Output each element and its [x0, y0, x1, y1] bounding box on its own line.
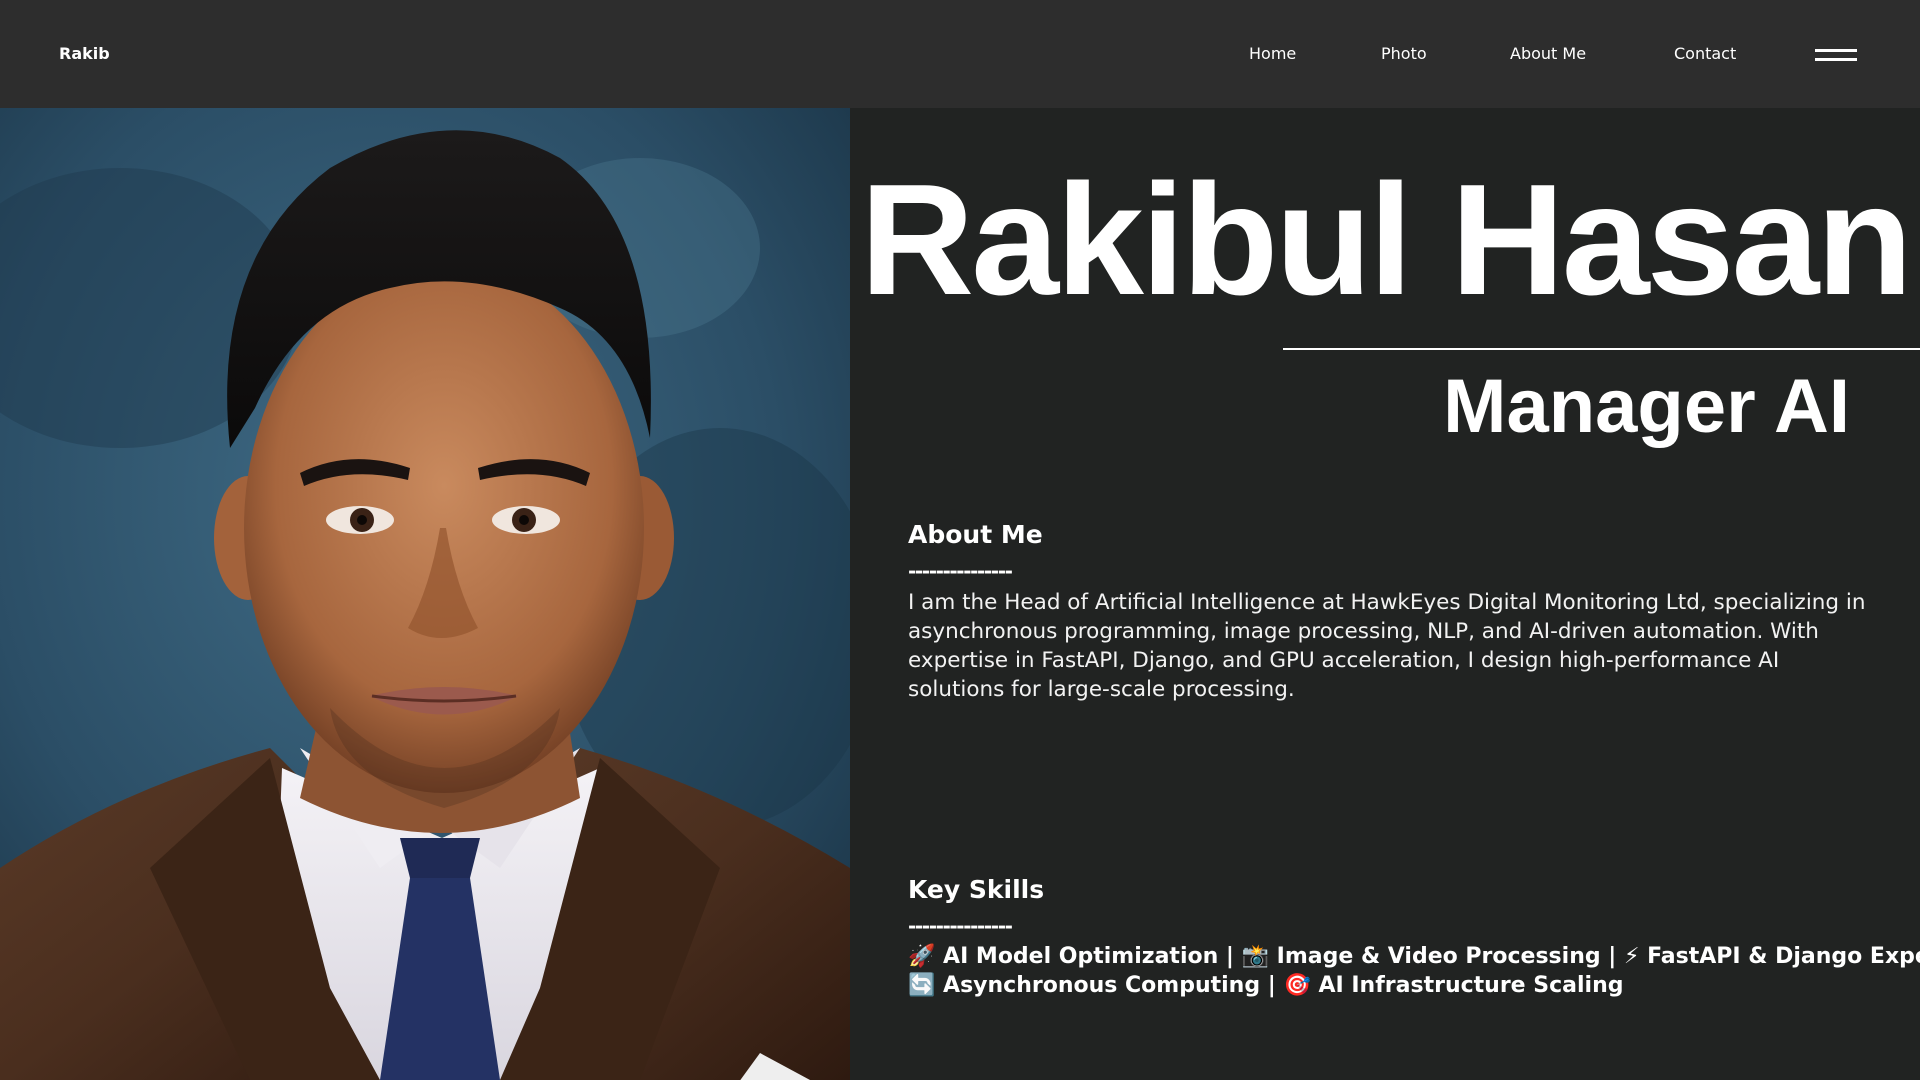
- brand-logo[interactable]: Rakib: [59, 43, 110, 65]
- skills-divider: ---------------: [908, 914, 1013, 938]
- about-heading: About Me: [908, 520, 1043, 549]
- nav-link-photo[interactable]: Photo: [1381, 43, 1427, 65]
- about-paragraph: I am the Head of Artificial Intelligence…: [908, 590, 1866, 702]
- menu-line-bottom: [1815, 58, 1857, 61]
- nav-link-about-me[interactable]: About Me: [1510, 43, 1586, 65]
- skills-line-1: 🚀 AI Model Optimization | 📸 Image & Vide…: [908, 944, 1920, 969]
- nav-link-home[interactable]: Home: [1249, 43, 1296, 65]
- skills-list: 🚀 AI Model Optimization | 📸 Image & Vide…: [908, 942, 1920, 1000]
- about-divider: ---------------: [908, 559, 1013, 583]
- hero-role: Manager AI: [1443, 364, 1850, 449]
- portrait-photo: [0, 108, 850, 1080]
- skills-line-2: 🔄 Asynchronous Computing | 🎯 AI Infrastr…: [908, 973, 1624, 998]
- name-divider-line: [1283, 348, 1920, 350]
- nav-link-contact[interactable]: Contact: [1674, 43, 1736, 65]
- skills-heading: Key Skills: [908, 875, 1045, 904]
- top-navbar: Rakib Home Photo About Me Contact: [0, 0, 1920, 108]
- menu-line-top: [1815, 49, 1857, 52]
- hamburger-menu-icon[interactable]: [1814, 47, 1858, 63]
- hero-name: Rakibul Hasan: [860, 152, 1913, 328]
